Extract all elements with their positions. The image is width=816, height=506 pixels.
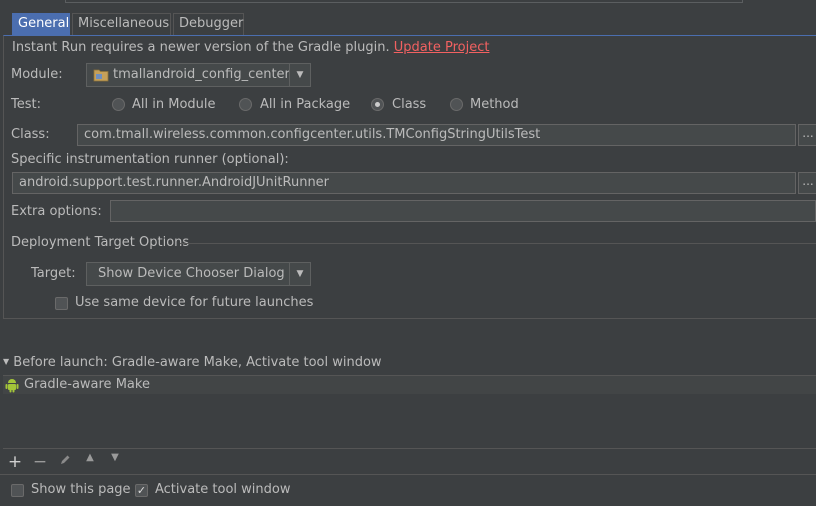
tab-general-label: General — [18, 16, 70, 31]
chevron-down-icon: ▼ — [289, 64, 310, 86]
tab-miscellaneous[interactable]: Miscellaneous — [72, 13, 171, 35]
target-combobox[interactable]: Show Device Chooser Dialog ▼ — [86, 262, 311, 286]
top-panel-edge — [65, 0, 743, 3]
collapse-triangle-icon: ▼ — [3, 357, 10, 366]
radio-all-in-module-label: All in Module — [132, 97, 216, 112]
module-value: tmallandroid_config_center — [113, 67, 290, 82]
remove-icon[interactable]: − — [32, 452, 48, 472]
footer-divider — [0, 474, 816, 475]
target-label: Target: — [31, 266, 76, 281]
browse-runner-button[interactable]: ... — [798, 172, 816, 194]
edit-icon[interactable] — [57, 454, 73, 470]
target-value: Show Device Chooser Dialog — [98, 266, 285, 281]
tab-debugger-label: Debugger — [179, 16, 244, 31]
radio-method-label: Method — [470, 97, 519, 112]
extra-options-input[interactable] — [110, 200, 816, 222]
radio-all-in-package-label: All in Package — [260, 97, 351, 112]
extra-options-label: Extra options: — [11, 204, 102, 219]
tab-miscellaneous-label: Miscellaneous — [78, 16, 170, 31]
add-icon[interactable]: + — [7, 452, 23, 472]
activate-tool-window-checkbox[interactable]: ✓ — [135, 484, 148, 497]
radio-class-label: Class — [392, 97, 427, 112]
runner-label: Specific instrumentation runner (optiona… — [11, 152, 289, 167]
move-up-icon[interactable]: ▲ — [82, 452, 98, 463]
same-device-label: Use same device for future launches — [75, 295, 314, 310]
radio-button[interactable] — [450, 98, 463, 111]
module-label: Module: — [11, 67, 63, 82]
radio-button[interactable] — [112, 98, 125, 111]
runner-input[interactable]: android.support.test.runner.AndroidJUnit… — [12, 172, 796, 194]
activate-tool-window-label: Activate tool window — [155, 482, 291, 497]
before-launch-header[interactable]: ▼ Before launch: Gradle-aware Make, Acti… — [3, 355, 382, 370]
list-item[interactable]: Gradle-aware Make — [3, 376, 816, 394]
section-divider — [180, 243, 816, 244]
list-item-label: Gradle-aware Make — [24, 377, 150, 392]
tab-general[interactable]: General — [12, 13, 70, 35]
list-toolbar-divider — [3, 448, 816, 449]
update-project-link[interactable]: Update Project — [394, 40, 490, 55]
class-input[interactable]: com.tmall.wireless.common.configcenter.u… — [77, 124, 796, 146]
radio-button[interactable] — [239, 98, 252, 111]
notice-text: Instant Run requires a newer version of … — [12, 40, 390, 55]
deployment-section-title: Deployment Target Options — [11, 235, 190, 250]
chevron-down-icon: ▼ — [289, 263, 310, 285]
same-device-checkbox[interactable] — [55, 297, 68, 310]
move-down-icon[interactable]: ▼ — [107, 452, 123, 463]
test-label: Test: — [11, 97, 41, 112]
module-combobox[interactable]: tmallandroid_config_center ▼ — [86, 63, 311, 87]
show-page-label: Show this page — [31, 482, 131, 497]
browse-class-button[interactable]: ... — [798, 124, 816, 146]
class-label: Class: — [11, 127, 50, 142]
radio-button-checked[interactable] — [371, 98, 384, 111]
module-folder-icon — [93, 68, 109, 86]
android-icon — [5, 377, 19, 397]
before-launch-title: Before launch: Gradle-aware Make, Activa… — [13, 355, 382, 370]
show-page-checkbox[interactable] — [11, 484, 24, 497]
tab-debugger[interactable]: Debugger — [173, 13, 244, 35]
instant-run-notice: Instant Run requires a newer version of … — [12, 40, 489, 55]
